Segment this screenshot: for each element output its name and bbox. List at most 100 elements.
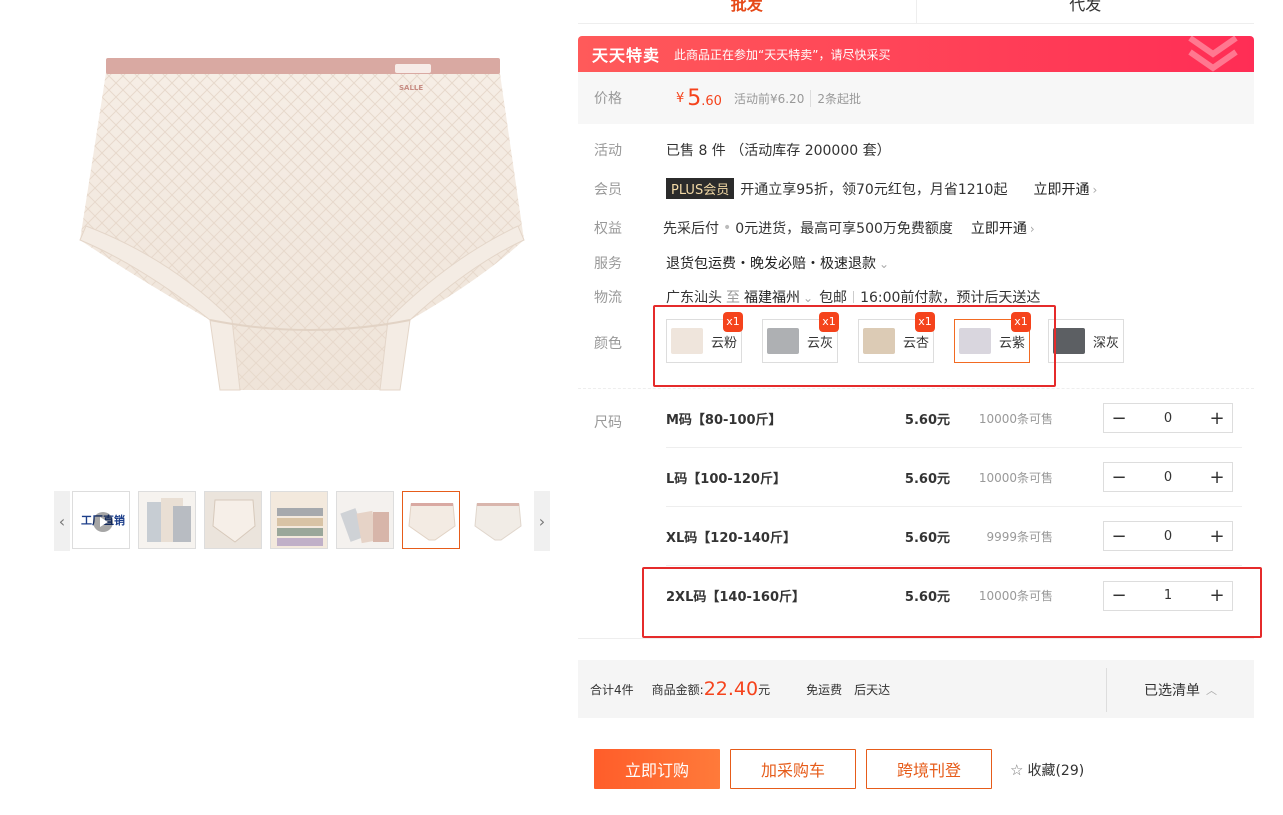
play-icon <box>93 512 113 532</box>
min-order: 2条起批 <box>810 89 861 107</box>
size-name: L码【100-120斤】 <box>666 471 786 487</box>
color-swatch <box>863 328 895 354</box>
star-icon: ☆ <box>1010 761 1024 779</box>
member-label: 会员 <box>594 181 622 198</box>
shipping-text: 免运费 <box>806 682 843 697</box>
thumbnail-6[interactable] <box>402 491 460 549</box>
logistics-free: 包邮 <box>819 290 848 306</box>
benefit-row: 权益 先采后付 • 0元进货，最高可享500万免费额度 立即开通 › <box>578 218 1254 238</box>
thumbnail-7[interactable] <box>468 491 526 549</box>
size-name: XL码【120-140斤】 <box>666 530 796 546</box>
color-option-dark-gray[interactable]: 深灰 <box>1048 319 1124 363</box>
decrement-button[interactable]: − <box>1104 522 1134 550</box>
add-to-cart-button[interactable]: 加采购车 <box>730 749 856 789</box>
color-swatch <box>1053 328 1085 354</box>
service-dropdown[interactable]: 退货包运费・晚发必赔・极速退款 ⌄ <box>666 253 889 273</box>
thumb-prev-button[interactable]: ‹ <box>54 491 70 551</box>
activity-label: 活动 <box>594 143 622 159</box>
price-label: 价格 <box>594 91 622 107</box>
quantity-stepper: − 1 + <box>1103 580 1233 611</box>
benefit-open-link[interactable]: 立即开通 › <box>971 218 1035 238</box>
thumbnail-2[interactable] <box>138 491 196 549</box>
promo-text: 此商品正在参加“天天特卖”，请尽快采买 <box>674 47 891 62</box>
arrival-text: 后天达 <box>854 682 891 697</box>
price-currency: ¥ <box>676 90 685 106</box>
chevron-down-icon: ⌄ <box>879 257 890 271</box>
member-open-link[interactable]: 立即开通 › <box>1033 179 1097 199</box>
increment-button[interactable]: + <box>1202 582 1232 610</box>
selected-list-button[interactable]: 已选清单 ︿ <box>1106 668 1254 712</box>
destination-dropdown[interactable]: 福建福州 ⌄ <box>744 287 813 307</box>
decrement-button[interactable]: − <box>1104 463 1134 491</box>
section-divider <box>578 638 1254 639</box>
color-name: 云杏 <box>903 335 930 351</box>
thumbnails: 工厂直销 <box>70 491 534 551</box>
color-options: 云粉 x1 云灰 x1 云杏 x1 云紫 x1 深灰 <box>666 312 1124 363</box>
size-name: M码【80-100斤】 <box>666 412 782 428</box>
color-label: 颜色 <box>594 336 622 352</box>
size-row-2xl: 2XL码【140-160斤】 5.60元 10000条可售 − 1 + <box>666 566 1242 625</box>
logistics-row: 物流 广东汕头 至 福建福州 ⌄ 包邮 16:00前付款，预计后天送达 <box>578 287 1254 307</box>
favorite-label: 收藏(29) <box>1027 763 1085 779</box>
quantity-value[interactable]: 0 <box>1134 411 1202 426</box>
cross-border-list-button[interactable]: 跨境刊登 <box>866 749 992 789</box>
thumbnail-strip: ‹ 工厂直销 › <box>54 491 550 551</box>
activity-row: 活动 已售 8 件 （活动库存 200000 套） <box>578 140 1254 160</box>
quantity-stepper: − 0 + <box>1103 462 1233 492</box>
tab-dropship[interactable]: 代发 <box>916 0 1254 24</box>
color-option-apricot[interactable]: 云杏 x1 <box>858 312 935 363</box>
service-label: 服务 <box>594 256 622 272</box>
color-name: 云紫 <box>999 335 1026 351</box>
original-price: 活动前¥6.20 <box>733 91 805 106</box>
order-now-button[interactable]: 立即订购 <box>594 749 720 789</box>
thumb-next-button[interactable]: › <box>534 491 550 551</box>
logistics-to-word: 至 <box>726 290 740 306</box>
size-row-xl: XL码【120-140斤】 5.60元 9999条可售 − 0 + <box>666 507 1242 566</box>
quantity-badge: x1 <box>915 312 935 332</box>
decrement-button[interactable]: − <box>1104 582 1134 610</box>
price-decimal: .60 <box>701 93 722 109</box>
thumbnail-5[interactable] <box>336 491 394 549</box>
increment-button[interactable]: + <box>1202 463 1232 491</box>
total-count: 合计4件 <box>590 682 634 697</box>
thumbnail-4[interactable] <box>270 491 328 549</box>
member-open-link-label: 立即开通 <box>1033 181 1090 198</box>
logistics-time: 16:00前付款，预计后天送达 <box>860 290 1041 306</box>
activity-text: 已售 8 件 （活动库存 200000 套） <box>666 143 891 159</box>
logistics-from: 广东汕头 <box>666 290 722 306</box>
total-amount: 22.40 <box>703 678 759 700</box>
color-swatch <box>671 328 703 354</box>
quantity-badge: x1 <box>723 312 743 332</box>
chevron-up-icon: ︿ <box>1206 684 1217 697</box>
color-option-pink[interactable]: 云粉 x1 <box>666 312 743 363</box>
purchase-mode-tabs: 批发 代发 <box>578 0 1254 24</box>
main-product-image[interactable]: SALLE <box>60 20 540 460</box>
quantity-value[interactable]: 0 <box>1134 470 1202 485</box>
decrement-button[interactable]: − <box>1104 404 1134 432</box>
increment-button[interactable]: + <box>1202 522 1232 550</box>
thumbnail-video[interactable]: 工厂直销 <box>72 491 130 549</box>
tab-wholesale[interactable]: 批发 <box>578 0 917 24</box>
member-text: 开通立享95折，领70元红包，月省1210起 <box>740 181 1008 198</box>
size-stock: 10000条可售 <box>978 411 1053 426</box>
color-option-gray[interactable]: 云灰 x1 <box>762 312 839 363</box>
favorite-button[interactable]: ☆ 收藏(29) <box>1010 760 1084 780</box>
color-swatch <box>767 328 799 354</box>
thumbnail-3[interactable] <box>204 491 262 549</box>
color-option-purple[interactable]: 云紫 x1 <box>954 312 1031 363</box>
color-name: 深灰 <box>1093 335 1120 351</box>
member-row: 会员 PLUS会员 开通立享95折，领70元红包，月省1210起 立即开通 › <box>578 178 1254 199</box>
service-row: 服务 退货包运费・晚发必赔・极速退款 ⌄ <box>578 253 1254 273</box>
chevron-down-icon <box>1188 36 1238 72</box>
chevron-right-icon: › <box>1092 182 1098 197</box>
quantity-value[interactable]: 0 <box>1134 529 1202 544</box>
divider <box>853 291 855 303</box>
size-name: 2XL码【140-160斤】 <box>666 590 806 605</box>
price-integer: 5 <box>687 85 702 111</box>
benefit-label: 权益 <box>594 221 622 237</box>
benefit-desc: 0元进货，最高可享500万免费额度 <box>735 221 953 237</box>
size-label: 尺码 <box>594 415 622 431</box>
logistics-label: 物流 <box>594 290 622 306</box>
increment-button[interactable]: + <box>1202 404 1232 432</box>
quantity-value[interactable]: 1 <box>1134 588 1202 603</box>
